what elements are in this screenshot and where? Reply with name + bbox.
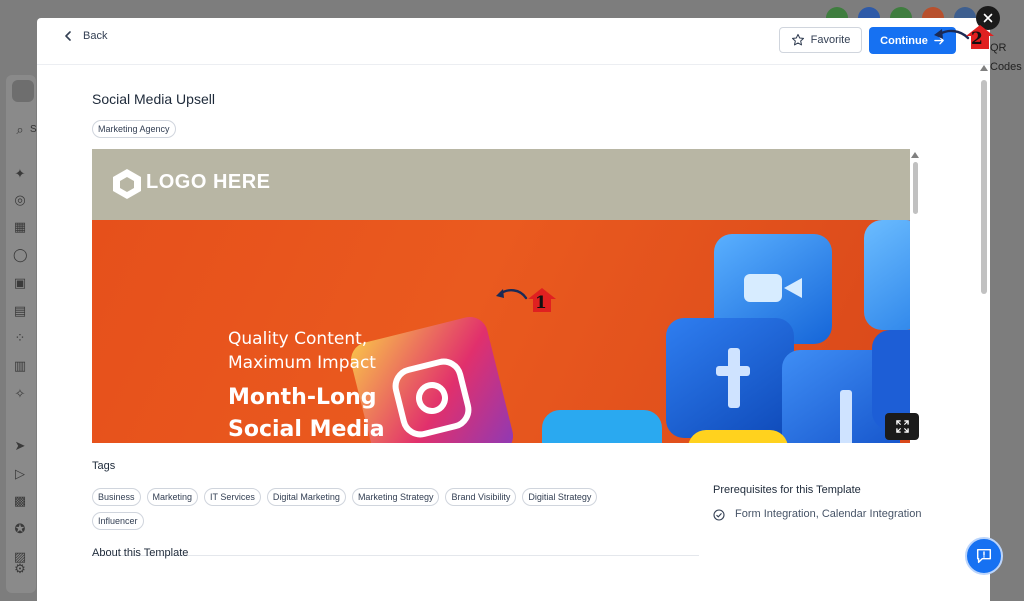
store-icon: ▩ (13, 494, 27, 509)
tag-chip: Marketing (146, 488, 199, 506)
back-label: Back (83, 30, 108, 42)
expand-preview-button[interactable] (885, 413, 919, 440)
scroll-up-arrow[interactable] (911, 152, 919, 158)
qr-codes-label: Codes (990, 61, 1022, 73)
modal-scrollbar[interactable] (981, 80, 987, 294)
app-icon-cube (864, 220, 910, 330)
template-preview-modal: Back Favorite Continue Social Media Upse… (37, 18, 990, 601)
preview-headline-line1: Quality Content, (228, 329, 368, 349)
tag-chip: Marketing Strategy (351, 488, 440, 506)
back-button[interactable]: Back (63, 30, 107, 42)
expand-icon (895, 420, 909, 433)
favorite-label: Favorite (810, 34, 851, 46)
reputation-icon: ✪ (14, 522, 26, 537)
tag-chip: Brand Visibility (445, 488, 517, 506)
tags-heading: Tags (92, 460, 116, 472)
preview-hero (92, 220, 910, 443)
ai-icon: ✧ (14, 387, 26, 402)
dashboard-icon: ▦ (13, 220, 27, 235)
preview-banner: LOGO HERE (92, 149, 910, 220)
continue-label: Continue (880, 34, 928, 47)
step1-number: 1 (535, 293, 547, 313)
preview-headline-line2: Maximum Impact (228, 353, 376, 373)
launchpad-icon: ◎ (14, 193, 26, 208)
modal-scroll-up-arrow[interactable] (980, 65, 988, 71)
calendar-icon: ▣ (13, 276, 27, 291)
sparkle-icon: ✦ (14, 167, 26, 182)
close-icon (983, 13, 993, 23)
contacts-icon: ▤ (13, 304, 27, 319)
page-title: Social Media Upsell (92, 91, 215, 107)
step1-arrow-icon (496, 289, 528, 300)
settings-icon: ⚙ (14, 562, 26, 577)
favorite-button[interactable]: Favorite (779, 27, 862, 53)
app-icon-cube (688, 430, 788, 443)
preview-headline-line4: Social Media (228, 417, 385, 442)
facebook-icon (666, 318, 794, 438)
preview-headline-line3: Month-Long (228, 385, 377, 410)
modal-header: Back Favorite Continue (37, 18, 990, 65)
search-label: S (30, 124, 37, 135)
chat-icon: ◯ (13, 248, 28, 263)
prerequisites-heading: Prerequisites for this Template (713, 484, 861, 496)
category-chip: Marketing Agency (92, 120, 176, 138)
about-heading: About this Template (92, 547, 189, 559)
help-chat-button[interactable] (965, 537, 1003, 575)
play-icon: ▷ (15, 467, 25, 482)
apps-icon: ⁘ (14, 331, 26, 346)
app-icon-cube (542, 410, 662, 443)
preview-scrollbar[interactable] (913, 162, 918, 214)
tag-chip: Business (92, 488, 141, 506)
check-circle-icon (713, 509, 725, 521)
chevron-left-icon (65, 31, 71, 41)
account-icon (12, 80, 34, 102)
tag-chip: Digital Marketing (266, 488, 346, 506)
search-icon: ⌕ (16, 123, 24, 138)
send-icon: ➤ (14, 439, 26, 454)
step2-number: 2 (971, 29, 983, 49)
prerequisite-item: Form Integration, Calendar Integration (713, 507, 933, 522)
tags-list: Business Marketing IT Services Digital M… (92, 488, 652, 530)
star-icon (791, 33, 804, 46)
tag-chip: IT Services (204, 488, 261, 506)
tag-chip: Digitial Strategy (522, 488, 598, 506)
logo-text: LOGO HERE (146, 171, 271, 193)
logo-icon (113, 169, 141, 199)
payments-icon: ▥ (13, 359, 27, 374)
prerequisite-text: Form Integration, Calendar Integration (735, 508, 922, 520)
tag-chip: Influencer (92, 512, 144, 530)
chat-bubble-icon (976, 548, 992, 564)
